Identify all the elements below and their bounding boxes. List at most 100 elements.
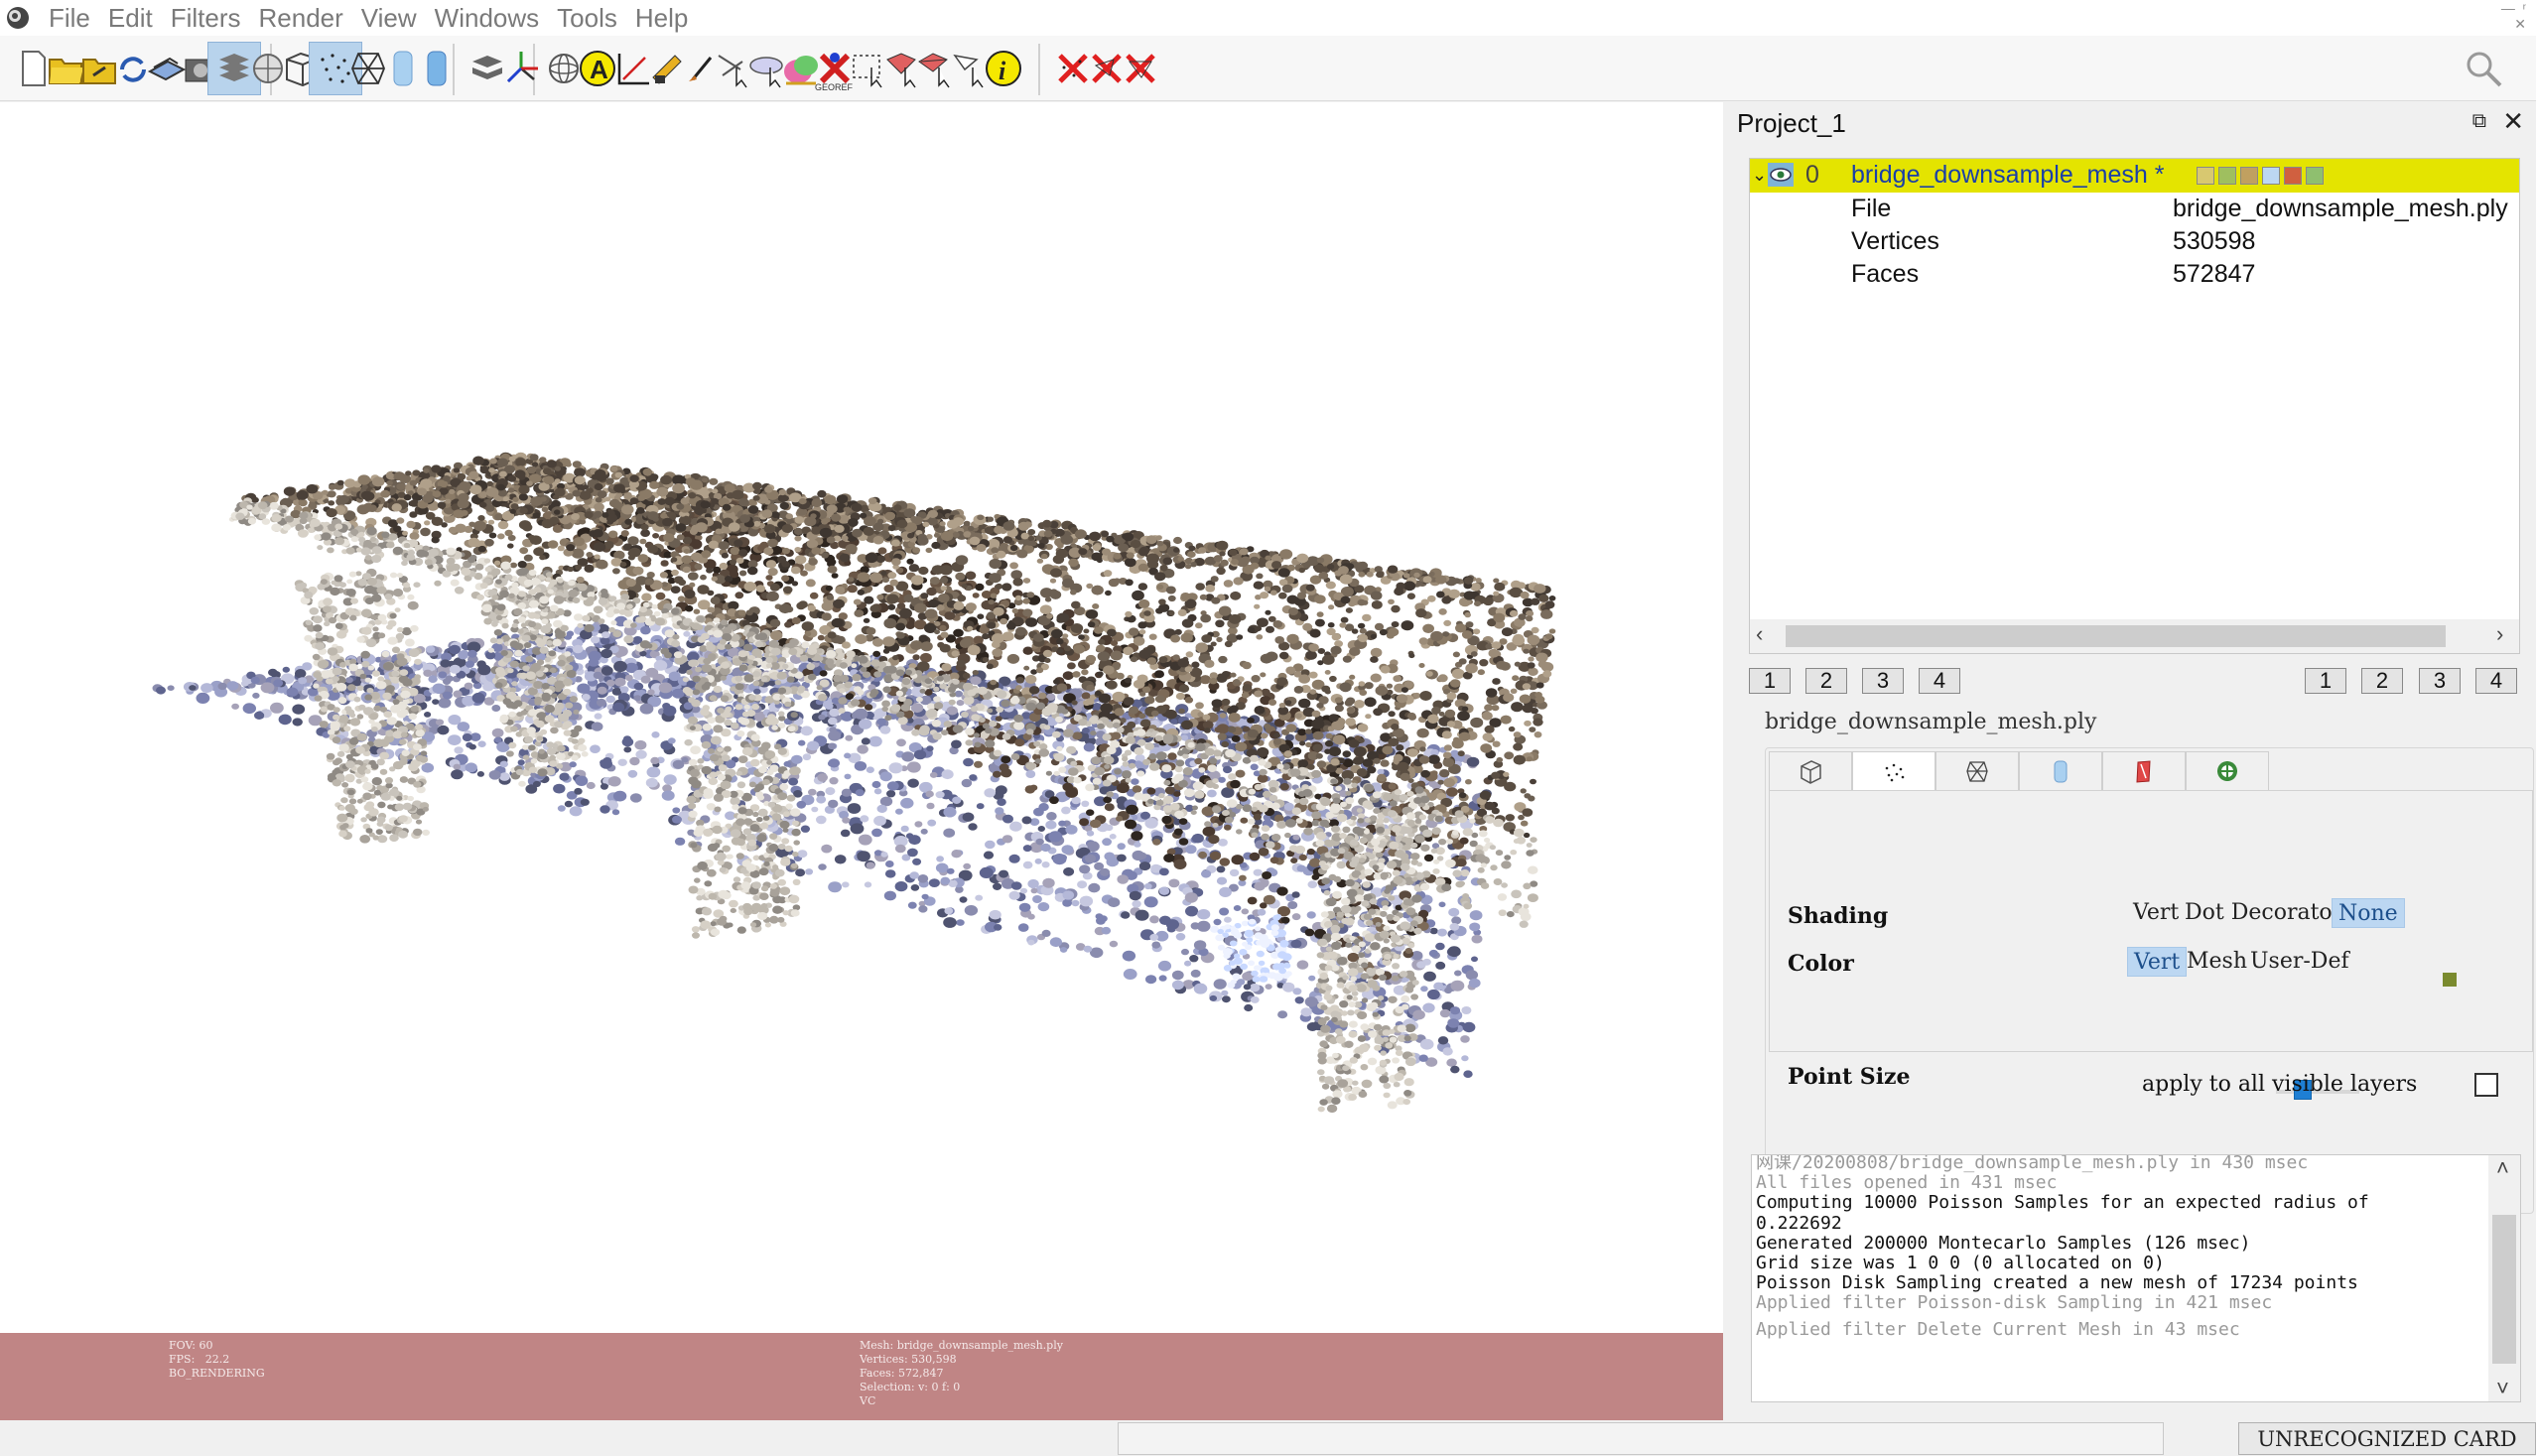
point-cloud-render[interactable] [0,102,1723,1333]
mesh-stat-line: Vertices: 530,598 [860,1353,1063,1367]
smooth-render-button[interactable] [410,42,464,95]
menu-render[interactable]: Render [250,0,352,36]
tag-icon [2218,167,2236,185]
tab-decorators[interactable] [2186,751,2269,791]
mesh-file-label: bridge_downsample_mesh.ply [1765,710,2096,734]
float-panel-icon[interactable]: ⧉ [2472,110,2486,133]
render-stat-line: FPS: 22.2 [169,1353,265,1367]
log-line: Poisson Disk Sampling created a new mesh… [1756,1273,2358,1293]
layer-name[interactable]: bridge_downsample_mesh * [1851,161,2164,190]
meshlab-logo-icon [4,4,32,32]
log-scrollbar[interactable]: ˄ ˅ [2488,1155,2520,1401]
smooth-render-icon [414,46,460,91]
render-stats: FOV: 60FPS: 22.2BO_RENDERING [169,1339,265,1381]
scroll-up-icon[interactable]: ˄ [2496,1155,2509,1181]
tag-icon [2284,167,2302,185]
tag-icon [2197,167,2214,185]
info-icon: i [981,46,1026,91]
raster-left-button-1[interactable]: 1 [1749,668,1791,694]
layer-prop-key: Vertices [1851,227,1939,256]
main-toolbar: AGEOREFiRaster Alignment [0,36,2536,101]
raster-left-button-2[interactable]: 2 [1805,668,1847,694]
delete-selection-icon [1118,46,1163,91]
user-color-swatch[interactable] [2443,973,2457,987]
menu-tools[interactable]: Tools [548,0,626,36]
tab-wireframe[interactable] [1935,751,2019,791]
render-mode-tabs [1769,751,2269,791]
menu-filters[interactable]: Filters [162,0,250,36]
raster-right-button-3[interactable]: 3 [2419,668,2461,694]
log-line: Applied filter Delete Current Mesh in 43… [1756,1320,2240,1340]
color-label: Color [1788,951,1854,977]
log-line: All files opened in 431 msec [1756,1173,2057,1193]
layer-prop-key: File [1851,195,1891,223]
log-window[interactable]: 网课/20200808/bridge_downsample_mesh.ply i… [1751,1154,2521,1402]
point-cluster [295,569,430,844]
info-button[interactable]: i [977,42,1030,95]
shading-none-option[interactable]: None [2332,898,2405,928]
point-size-label: Point Size [1788,1064,1911,1090]
status-bar: UNRECOGNIZED CARD [0,1420,2536,1455]
mesh-stat-line: Faces: 572,847 [860,1367,1063,1381]
shading-vert-option[interactable]: Vert [2127,898,2185,928]
visibility-eye-icon[interactable] [1768,163,1794,187]
menu-edit[interactable]: Edit [99,0,162,36]
log-line: 0.222692 [1756,1214,1842,1234]
mesh-stats: Mesh: bridge_downsample_mesh.plyVertices… [860,1339,1063,1408]
raster-right-button-4[interactable]: 4 [2475,668,2517,694]
point-cluster [683,647,801,938]
svg-text:i: i [999,57,1006,85]
log-line: Grid size was 1 0 0 (0 allocated on 0) [1756,1254,2165,1273]
shading-dot-decorator-option[interactable]: Dot Decorator [2179,898,2348,928]
mesh-stat-line: VC [860,1394,1063,1408]
scrollbar-thumb[interactable] [2492,1215,2516,1364]
render-stat-line: FOV: 60 [169,1339,265,1353]
3d-viewport[interactable] [0,102,1723,1333]
delete-selection-button[interactable] [1114,42,1167,95]
layer-tree[interactable]: ⌄ 0 bridge_downsample_mesh * File bridge_… [1749,158,2520,654]
search-icon [2461,46,2506,91]
scroll-right-icon[interactable]: › [2496,621,2503,647]
layer-tag-icons [2197,167,2324,185]
menu-file[interactable]: File [40,0,99,36]
tab-flat[interactable] [2019,751,2102,791]
menu-view[interactable]: View [352,0,426,36]
color-user-def-option[interactable]: User-Def [2244,947,2355,977]
collapse-arrow-icon[interactable]: ⌄ [1752,165,1767,186]
apply-all-checkbox[interactable] [2474,1073,2498,1097]
close-panel-icon[interactable]: ✕ [2502,106,2524,137]
project-title: Project_1 [1737,108,1846,139]
shading-label: Shading [1788,903,1888,929]
log-line: Computing 10000 Poisson Samples for an e… [1756,1193,2369,1213]
raster-right-button-1[interactable]: 1 [2305,668,2346,694]
scrollbar-thumb[interactable] [1786,625,2446,647]
color-mesh-option[interactable]: Mesh [2181,947,2253,977]
render-stat-line: BO_RENDERING [169,1367,265,1381]
tab-points[interactable] [1852,751,1935,791]
menu-windows[interactable]: Windows [426,0,548,36]
search-button[interactable] [2457,42,2510,95]
tab-bbox[interactable] [1769,751,1852,791]
menu-items: FileEditFiltersRenderViewWindowsToolsHel… [40,0,697,36]
layer-prop-key: Faces [1851,260,1919,289]
scroll-down-icon[interactable]: ˅ [2496,1376,2509,1401]
viewport-info-bar: FOV: 60FPS: 22.2BO_RENDERING Mesh: bridg… [0,1333,1723,1420]
layer-prop-value: 572847 [2173,260,2255,289]
color-vert-option[interactable]: Vert [2127,947,2187,977]
window-controls[interactable]: — ʳ ✕ [2501,0,2526,32]
toolbar-separator [1038,44,1040,95]
menu-help[interactable]: Help [626,0,697,36]
mesh-stat-line: Mesh: bridge_downsample_mesh.ply [860,1339,1063,1353]
menu-bar: FileEditFiltersRenderViewWindowsToolsHel… [0,0,2536,36]
layer-row-selected[interactable]: ⌄ 0 bridge_downsample_mesh * [1750,159,2519,193]
raster-left-button-3[interactable]: 3 [1862,668,1904,694]
raster-left-button-4[interactable]: 4 [1919,668,1960,694]
apply-all-label: apply to all visible layers [2142,1072,2417,1097]
tab-texture[interactable] [2102,751,2186,791]
log-line: Generated 200000 Montecarlo Samples (126… [1756,1234,2251,1254]
raster-right-button-2[interactable]: 2 [2361,668,2403,694]
horizontal-scrollbar[interactable]: ‹ › [1750,619,2519,653]
layer-index: 0 [1805,161,1819,190]
tag-icon [2262,167,2280,185]
scroll-left-icon[interactable]: ‹ [1756,621,1763,647]
